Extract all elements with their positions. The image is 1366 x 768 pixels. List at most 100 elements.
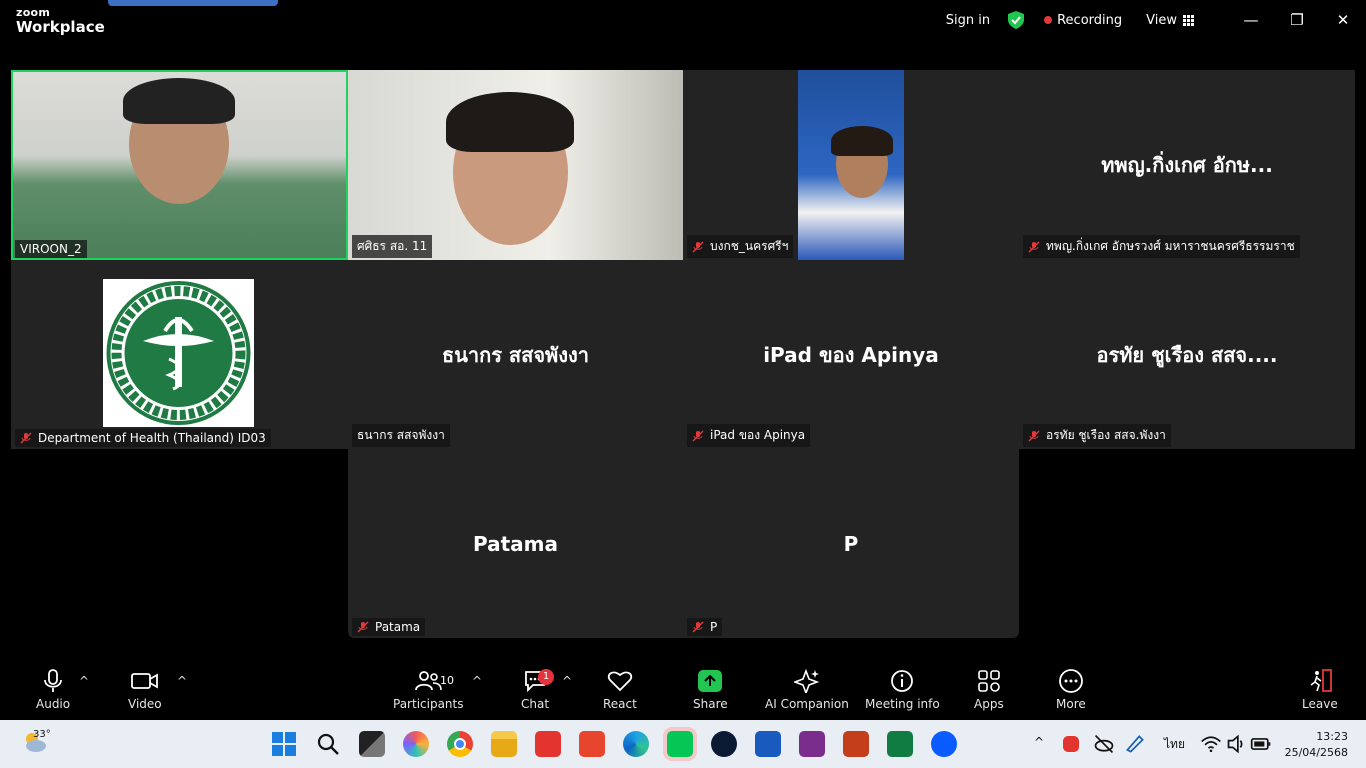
system-clock[interactable]: 13:23 25/04/2568 xyxy=(1285,729,1348,761)
zoom-app-icon[interactable] xyxy=(931,731,957,757)
ai-companion-button[interactable]: AI Companion xyxy=(765,668,849,711)
onedrive-offline-icon[interactable] xyxy=(1093,733,1115,755)
more-button[interactable]: More xyxy=(1056,668,1086,711)
participants-icon xyxy=(415,671,443,691)
share-button[interactable]: Share xyxy=(693,668,728,711)
participant-label: Patama xyxy=(352,618,426,636)
weather-temperature: 33° xyxy=(33,729,51,740)
video-camera-icon xyxy=(130,673,158,689)
excel-icon[interactable] xyxy=(887,731,913,757)
minimize-button[interactable]: — xyxy=(1228,11,1274,29)
recording-dot-icon xyxy=(1044,16,1053,24)
participant-label: Department of Health (Thailand) ID03 xyxy=(15,429,271,447)
participant-label: ทพญ.กิ่งเกศ อักษรวงศ์ มหาราชนครศรีธรรมรา… xyxy=(1023,235,1300,258)
mic-muted-icon xyxy=(692,430,704,441)
battery-icon[interactable] xyxy=(1250,733,1272,755)
view-button[interactable]: View xyxy=(1146,13,1194,28)
participant-label: VIROON_2 xyxy=(15,240,87,258)
ministry-seal-icon xyxy=(106,281,251,425)
video-tile-patama[interactable]: Patama Patama xyxy=(348,449,683,638)
meeting-toolbar: Audio ^ Video ^ Participants 10 ^ Chat 1… xyxy=(0,660,1366,720)
heart-icon xyxy=(607,671,633,692)
ai-companion-label: AI Companion xyxy=(765,697,849,711)
participant-display-name: อรทัย ชูเรือง สสจ.... xyxy=(1096,342,1278,367)
volume-icon[interactable] xyxy=(1226,733,1248,755)
participant-display-name: iPad ของ Apinya xyxy=(763,342,939,367)
powerpoint-icon[interactable] xyxy=(843,731,869,757)
recording-label: Recording xyxy=(1057,12,1123,28)
tray-anydesk-icon[interactable] xyxy=(1063,736,1079,752)
search-icon[interactable] xyxy=(315,731,341,757)
video-tile-orathai[interactable]: อรทัย ชูเรือง สสจ.... อรทัย ชูเรือง สสจ.… xyxy=(1019,260,1355,449)
react-label: React xyxy=(603,697,637,711)
meeting-info-button[interactable]: Meeting info xyxy=(865,668,940,711)
video-label: Video xyxy=(128,697,162,711)
participant-video xyxy=(798,70,904,260)
word-icon[interactable] xyxy=(755,731,781,757)
edge-icon[interactable] xyxy=(623,731,649,757)
leave-door-icon xyxy=(1310,669,1332,692)
video-tile-p[interactable]: P P xyxy=(683,449,1019,638)
video-tile-thanakorn[interactable]: ธนากร สสจพังงา ธนากร สสจพังงา xyxy=(348,260,683,449)
meeting-info-label: Meeting info xyxy=(865,697,940,711)
leave-button[interactable]: Leave xyxy=(1302,668,1338,711)
webex-icon[interactable] xyxy=(711,731,737,757)
more-label: More xyxy=(1056,697,1086,711)
anydesk-icon[interactable] xyxy=(535,731,561,757)
video-options-chevron-up-icon[interactable]: ^ xyxy=(177,674,187,688)
chat-unread-badge: 1 xyxy=(538,669,554,685)
more-ellipsis-icon xyxy=(1058,669,1083,693)
top-accent-bar[interactable] xyxy=(108,0,278,6)
sign-in-link[interactable]: Sign in xyxy=(946,13,990,28)
apps-button[interactable]: Apps xyxy=(974,668,1004,711)
participants-options-chevron-up-icon[interactable]: ^ xyxy=(472,674,482,688)
participant-name: บงกช_นครศรีฯ xyxy=(710,239,789,253)
brand-zoom: zoom xyxy=(16,6,51,19)
video-tile-kingket[interactable]: ทพญ.กิ่งเกศ อักษ... ทพญ.กิ่งเกศ อักษรวงศ… xyxy=(1019,70,1355,260)
task-view-icon[interactable] xyxy=(359,731,385,757)
restore-button[interactable]: ❐ xyxy=(1274,11,1320,29)
video-tile-viroon[interactable]: VIROON_2 xyxy=(11,70,348,260)
chat-options-chevron-up-icon[interactable]: ^ xyxy=(562,674,572,688)
video-tile-sasithorn[interactable]: ศศิธร สอ. 11 xyxy=(348,70,683,260)
audio-options-chevron-up-icon[interactable]: ^ xyxy=(79,674,89,688)
participant-name: อรทัย ชูเรือง สสจ.พังงา xyxy=(1046,428,1166,442)
view-label: View xyxy=(1146,12,1177,28)
participant-display-name: Patama xyxy=(472,531,558,556)
participant-label: ศศิธร สอ. 11 xyxy=(352,235,433,258)
participants-label: Participants xyxy=(393,697,464,711)
video-tile-bongkot[interactable]: บงกช_นครศรีฯ xyxy=(683,70,1019,260)
share-arrow-icon xyxy=(698,670,723,692)
start-windows-icon[interactable] xyxy=(271,731,297,757)
file-explorer-icon[interactable] xyxy=(491,731,517,757)
video-tile-ipad-apinya[interactable]: iPad ของ Apinya iPad ของ Apinya xyxy=(683,260,1019,449)
participant-name: ทพญ.กิ่งเกศ อักษรวงศ์ มหาราชนครศรีธรรมรา… xyxy=(1046,239,1295,253)
show-hidden-icons-chevron-up-icon[interactable]: ^ xyxy=(1034,735,1044,749)
participant-display-name: ทพญ.กิ่งเกศ อักษ... xyxy=(1101,153,1273,177)
sparkle-icon xyxy=(793,669,820,693)
close-button[interactable]: ✕ xyxy=(1320,11,1366,29)
clock-date: 25/04/2568 xyxy=(1284,746,1348,759)
shield-check-icon[interactable] xyxy=(1008,11,1025,29)
mic-muted-icon xyxy=(20,432,32,444)
copilot-icon[interactable] xyxy=(403,731,429,757)
recording-indicator[interactable]: Recording xyxy=(1044,13,1122,28)
participant-name: VIROON_2 xyxy=(20,242,82,256)
audio-label: Audio xyxy=(36,697,71,711)
participant-label: ธนากร สสจพังงา xyxy=(352,424,450,447)
pen-input-icon[interactable] xyxy=(1124,733,1146,755)
title-bar-controls: Sign in Recording View — ❐ ✕ xyxy=(946,0,1366,40)
participants-count: 10 xyxy=(440,674,454,687)
react-button[interactable]: React xyxy=(603,668,637,711)
wifi-icon[interactable] xyxy=(1200,733,1222,755)
wps-office-icon[interactable] xyxy=(579,731,605,757)
language-indicator[interactable]: ไทย xyxy=(1164,735,1185,754)
participant-name: Patama xyxy=(375,620,421,634)
participant-display-name: ธนากร สสจพังงา xyxy=(441,342,589,367)
pdf-editor-icon[interactable] xyxy=(799,731,825,757)
chrome-icon[interactable] xyxy=(447,731,473,757)
participant-hair xyxy=(123,78,235,124)
audio-button[interactable]: Audio xyxy=(36,668,70,711)
video-button[interactable]: Video xyxy=(128,668,162,711)
line-app-icon[interactable] xyxy=(667,731,693,757)
